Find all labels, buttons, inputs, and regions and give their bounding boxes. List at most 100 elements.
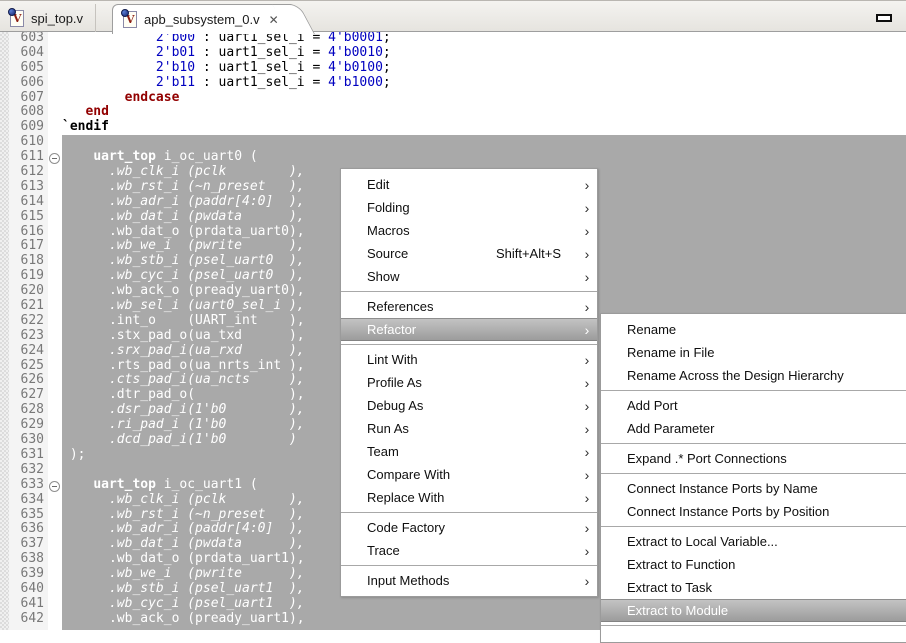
menu-item-add-parameter[interactable]: Add Parameter [601, 417, 906, 440]
line-number: 636 [9, 522, 44, 537]
fold-minus-icon[interactable] [49, 153, 60, 164]
line-number: 635 [9, 508, 44, 523]
code-line[interactable]: 2'b01 : uart1_sel_i = 4'b0010; [62, 46, 391, 61]
menu-item-label: Macros [367, 223, 579, 238]
line-number: 618 [9, 254, 44, 269]
menu-item-shortcut: Shift+Alt+S [496, 246, 561, 261]
submenu-arrow-icon: › [579, 444, 595, 460]
menu-item-connect-instance-ports-by-name[interactable]: Connect Instance Ports by Name [601, 477, 906, 500]
tab-close-icon[interactable]: ✕ [269, 14, 279, 26]
menu-separator [341, 565, 597, 566]
menu-item-trace[interactable]: Trace› [341, 539, 597, 562]
code-line[interactable]: end [62, 105, 391, 120]
menu-separator [601, 473, 906, 474]
code-line[interactable]: .wb_cyc_i (psel_uart1 ), [62, 597, 391, 612]
menu-item-lint-with[interactable]: Lint With› [341, 348, 597, 371]
menu-item-profile-as[interactable]: Profile As› [341, 371, 597, 394]
menu-item-team[interactable]: Team› [341, 440, 597, 463]
submenu-arrow-icon: › [579, 246, 595, 262]
line-number: 615 [9, 210, 44, 225]
submenu-arrow-icon: › [579, 467, 595, 483]
menu-item-label: Run As [367, 421, 579, 436]
menu-item-label: Rename Across the Design Hierarchy [627, 368, 906, 383]
submenu-arrow-icon: › [579, 177, 595, 193]
menu-item-label: Replace With [367, 490, 579, 505]
line-number: 638 [9, 552, 44, 567]
tab-spi-top[interactable]: V spi_top.v [0, 4, 96, 33]
menu-item-rename-in-file[interactable]: Rename in File [601, 341, 906, 364]
editor-tab-bar: V spi_top.v V apb_subsystem_0.v ✕ [0, 0, 906, 32]
menu-item-extract-to-module[interactable]: Extract to Module [601, 599, 906, 622]
line-number: 610 [9, 135, 44, 150]
menu-item-label: Compare With [367, 467, 579, 482]
menu-item-references[interactable]: References› [341, 295, 597, 318]
line-number: 607 [9, 91, 44, 106]
folding-gutter[interactable] [48, 32, 62, 630]
submenu-arrow-icon: › [579, 543, 595, 559]
minimize-icon[interactable] [876, 14, 892, 22]
menu-item-show[interactable]: Show› [341, 265, 597, 288]
menu-item-label: Folding [367, 200, 579, 215]
menu-item-connect-instance-ports-by-position[interactable]: Connect Instance Ports by Position [601, 500, 906, 523]
menu-item-label: Team [367, 444, 579, 459]
menu-item-extract-to-task[interactable]: Extract to Task [601, 576, 906, 599]
submenu-arrow-icon: › [579, 200, 595, 216]
menu-item-source[interactable]: SourceShift+Alt+S › [341, 242, 597, 265]
code-line[interactable]: 2'b11 : uart1_sel_i = 4'b1000; [62, 76, 391, 91]
line-number: 626 [9, 373, 44, 388]
menu-item-label: Input Methods [367, 573, 579, 588]
menu-item-label: Source [367, 246, 496, 261]
submenu-arrow-icon: › [579, 490, 595, 506]
menu-separator [601, 625, 906, 626]
code-line[interactable]: .wb_ack_o (pready_uart1), [62, 612, 391, 627]
line-number: 617 [9, 239, 44, 254]
line-number: 637 [9, 537, 44, 552]
menu-item-label: Trace [367, 543, 579, 558]
code-line[interactable]: 2'b10 : uart1_sel_i = 4'b0100; [62, 61, 391, 76]
line-number: 605 [9, 61, 44, 76]
line-number: 634 [9, 493, 44, 508]
menu-item-label: Rename [627, 322, 906, 337]
submenu-arrow-icon: › [579, 322, 595, 338]
code-line[interactable]: 2'b00 : uart1_sel_i = 4'b0001; [62, 32, 391, 46]
line-numbers: 6036046056066076086096106116126136146156… [9, 32, 44, 627]
line-number: 613 [9, 180, 44, 195]
menu-item-macros[interactable]: Macros› [341, 219, 597, 242]
menu-item-folding[interactable]: Folding› [341, 196, 597, 219]
menu-item-code-factory[interactable]: Code Factory› [341, 516, 597, 539]
fold-minus-icon[interactable] [49, 481, 60, 492]
line-number: 614 [9, 195, 44, 210]
menu-separator [341, 344, 597, 345]
menu-item-add-port[interactable]: Add Port [601, 394, 906, 417]
line-number: 639 [9, 567, 44, 582]
menu-item-label: Extract to Task [627, 580, 906, 595]
line-number: 630 [9, 433, 44, 448]
verilog-file-icon: V [123, 11, 137, 28]
menu-item-rename[interactable]: Rename [601, 318, 906, 341]
code-line[interactable]: `endif [62, 120, 391, 135]
menu-item-input-methods[interactable]: Input Methods› [341, 569, 597, 592]
menu-item-refactor[interactable]: Refactor› [341, 318, 597, 341]
line-number: 640 [9, 582, 44, 597]
verilog-file-icon: V [10, 10, 24, 27]
menu-item-compare-with[interactable]: Compare With› [341, 463, 597, 486]
code-line[interactable]: endcase [62, 91, 391, 106]
line-number: 606 [9, 76, 44, 91]
line-number: 631 [9, 448, 44, 463]
menu-item-replace-with[interactable]: Replace With› [341, 486, 597, 509]
code-line[interactable]: uart_top i_oc_uart0 ( [62, 150, 391, 165]
menu-item-edit[interactable]: Edit› [341, 173, 597, 196]
context-menu: Edit›Folding›Macros›SourceShift+Alt+S›Sh… [340, 168, 598, 597]
menu-item-expand-port-connections[interactable]: Expand .* Port Connections [601, 447, 906, 470]
tab-apb-subsystem[interactable]: V apb_subsystem_0.v ✕ [112, 4, 292, 34]
tab-label: apb_subsystem_0.v [144, 12, 260, 27]
menu-item-debug-as[interactable]: Debug As› [341, 394, 597, 417]
code-line[interactable] [62, 135, 391, 150]
line-number: 622 [9, 314, 44, 329]
menu-separator [341, 512, 597, 513]
menu-item-extract-to-local-variable[interactable]: Extract to Local Variable... [601, 530, 906, 553]
menu-item-run-as[interactable]: Run As› [341, 417, 597, 440]
menu-item-rename-across-the-design-hierarchy[interactable]: Rename Across the Design Hierarchy [601, 364, 906, 387]
line-number: 619 [9, 269, 44, 284]
menu-item-extract-to-function[interactable]: Extract to Function [601, 553, 906, 576]
